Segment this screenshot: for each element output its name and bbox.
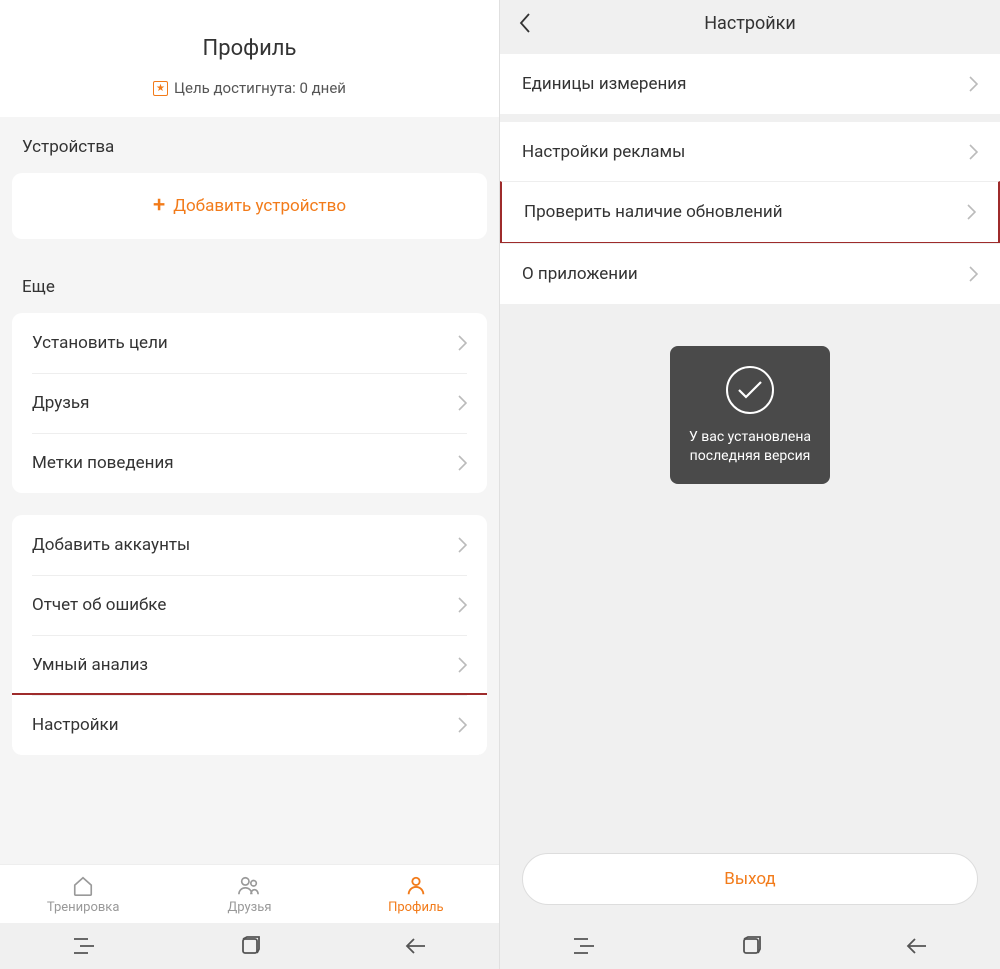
row-check-updates[interactable]: Проверить наличие обновлений	[500, 181, 1000, 244]
row-bug-report[interactable]: Отчет об ошибке	[12, 575, 487, 635]
chevron-right-icon	[458, 455, 467, 471]
tab-profile[interactable]: Профиль	[333, 865, 499, 923]
chevron-right-icon	[458, 597, 467, 613]
chevron-right-icon	[458, 395, 467, 411]
more-group-1: Установить цели Друзья Метки поведения	[12, 313, 487, 493]
home-nav-icon[interactable]	[240, 936, 260, 956]
row-settings[interactable]: Настройки	[12, 693, 487, 755]
row-label: Друзья	[32, 393, 89, 413]
tab-workout[interactable]: Тренировка	[0, 865, 166, 923]
row-friends[interactable]: Друзья	[12, 373, 487, 433]
content-area: У вас установлена последняя версия	[500, 304, 1000, 837]
row-about[interactable]: О приложении	[500, 243, 1000, 304]
chevron-right-icon	[969, 144, 978, 160]
row-label: Отчет об ошибке	[32, 595, 166, 615]
add-device-button[interactable]: + Добавить устройство	[12, 173, 487, 239]
logout-button[interactable]: Выход	[522, 853, 978, 905]
chevron-right-icon	[969, 76, 978, 92]
tab-label: Друзья	[228, 900, 272, 915]
back-nav-icon[interactable]	[405, 937, 427, 955]
bottom-tabbar: Тренировка Друзья Профиль	[0, 864, 499, 923]
chevron-right-icon	[458, 335, 467, 351]
row-label: Настройки рекламы	[522, 142, 685, 162]
row-label: Добавить аккаунты	[32, 535, 190, 555]
goal-text: Цель достигнута: 0 дней	[174, 79, 346, 97]
row-set-goals[interactable]: Установить цели	[12, 313, 487, 373]
chevron-right-icon	[969, 266, 978, 282]
system-nav-bar	[0, 923, 499, 969]
tab-friends[interactable]: Друзья	[166, 865, 332, 923]
more-group-2: Добавить аккаунты Отчет об ошибке Умный …	[12, 515, 487, 755]
star-badge-icon: ★	[153, 81, 168, 96]
update-toast: У вас установлена последняя версия	[670, 346, 830, 484]
row-label: Проверить наличие обновлений	[524, 202, 783, 222]
row-label: Единицы измерения	[522, 74, 686, 94]
back-nav-icon[interactable]	[906, 937, 928, 955]
chevron-left-icon	[518, 12, 532, 34]
recent-apps-icon[interactable]	[572, 937, 596, 955]
goal-row: ★ Цель достигнута: 0 дней	[0, 79, 499, 97]
logout-section: Выход	[500, 837, 1000, 923]
tab-label: Тренировка	[47, 900, 120, 915]
profile-screen: Профиль ★ Цель достигнута: 0 дней Устрой…	[0, 0, 500, 969]
friends-icon	[237, 875, 261, 897]
toast-text: У вас установлена последняя версия	[682, 428, 818, 466]
row-ad-settings[interactable]: Настройки рекламы	[500, 122, 1000, 182]
back-button[interactable]	[518, 12, 546, 34]
row-label: О приложении	[522, 264, 638, 284]
chevron-right-icon	[458, 657, 467, 673]
page-title: Профиль	[0, 36, 499, 61]
row-label: Умный анализ	[32, 655, 148, 675]
recent-apps-icon[interactable]	[72, 937, 96, 955]
settings-screen: Настройки Единицы измерения Настройки ре…	[500, 0, 1000, 969]
row-label: Метки поведения	[32, 453, 174, 473]
home-nav-icon[interactable]	[741, 936, 761, 956]
chevron-right-icon	[967, 204, 976, 220]
page-title: Настройки	[546, 13, 954, 34]
section-label-more: Еще	[0, 257, 499, 309]
row-behavior-tags[interactable]: Метки поведения	[12, 433, 487, 493]
section-label-devices: Устройства	[0, 117, 499, 169]
tab-label: Профиль	[388, 900, 444, 915]
chevron-right-icon	[458, 537, 467, 553]
row-label: Установить цели	[32, 333, 168, 353]
add-device-card: + Добавить устройство	[12, 173, 487, 239]
profile-header: Профиль ★ Цель достигнута: 0 дней	[0, 0, 499, 117]
row-label: Настройки	[32, 715, 119, 735]
plus-icon: +	[153, 195, 165, 217]
row-add-accounts[interactable]: Добавить аккаунты	[12, 515, 487, 575]
system-nav-bar	[500, 923, 1000, 969]
check-circle-icon	[726, 366, 774, 414]
person-icon	[405, 875, 427, 897]
row-units[interactable]: Единицы измерения	[500, 54, 1000, 114]
add-device-label: Добавить устройство	[173, 196, 346, 216]
settings-list: Единицы измерения Настройки рекламы Пров…	[500, 46, 1000, 304]
settings-header: Настройки	[500, 0, 1000, 46]
row-smart-analysis[interactable]: Умный анализ	[12, 635, 487, 695]
logout-label: Выход	[724, 869, 775, 889]
chevron-right-icon	[458, 717, 467, 733]
home-icon	[72, 875, 94, 897]
